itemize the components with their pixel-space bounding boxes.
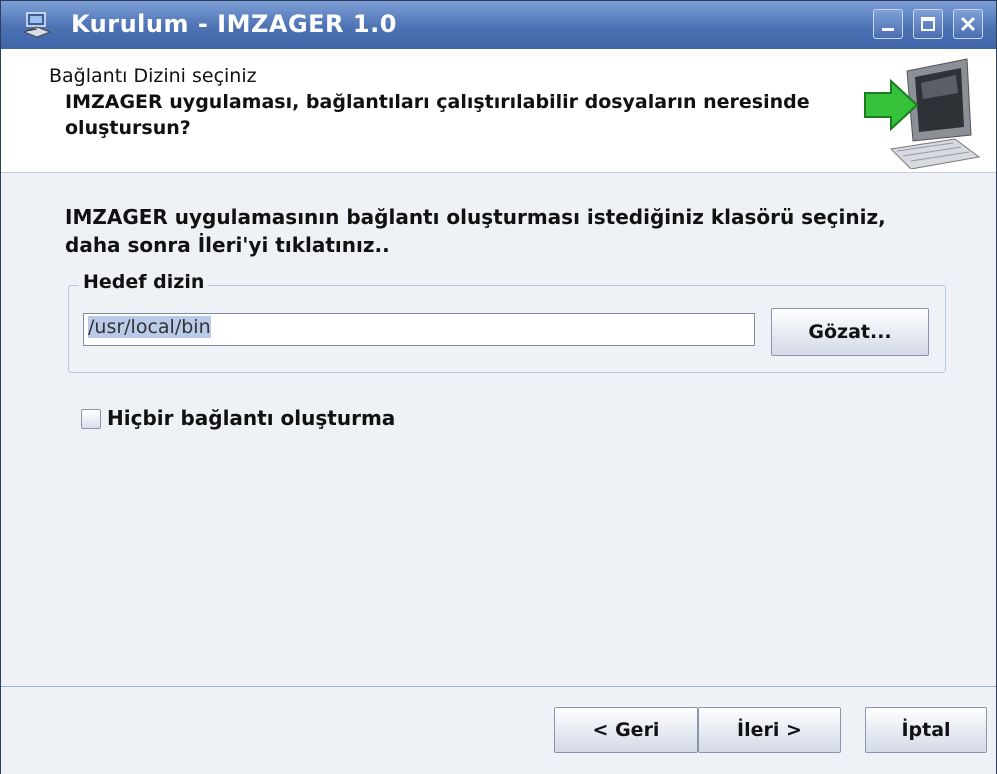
step-description: IMZAGER uygulaması, bağlantıları çalıştı… [65,91,810,139]
no-links-label[interactable]: Hiçbir bağlantı oluşturma [107,406,395,430]
installer-app-icon [23,12,51,38]
target-dir-value: /usr/local/bin [88,316,211,338]
close-icon [960,16,976,32]
maximize-button[interactable] [913,9,943,39]
back-button[interactable]: < Geri [554,707,698,753]
minimize-button[interactable] [873,9,903,39]
computer-arrow-icon [864,58,981,169]
no-links-checkbox[interactable] [81,409,101,429]
next-button[interactable]: İleri > [698,707,841,753]
window-title: Kurulum - IMZAGER 1.0 [71,10,397,38]
maximize-icon [921,17,935,31]
wizard-content: IMZAGER uygulamasının bağlantı oluşturma… [1,173,996,685]
close-button[interactable] [953,9,983,39]
target-dir-label: Hedef dizin [79,271,209,293]
step-title: Bağlantı Dizini seçiniz [49,65,257,87]
wizard-header: Bağlantı Dizini seçiniz IMZAGER uygulama… [1,49,996,173]
installer-window: Kurulum - IMZAGER 1.0 Bağlantı Dizini se… [0,0,997,774]
wizard-footer: < Geri İleri > İptal [1,686,996,774]
cancel-button[interactable]: İptal [865,707,987,753]
title-bar[interactable]: Kurulum - IMZAGER 1.0 [1,1,996,49]
minimize-icon [882,28,894,31]
target-dir-input[interactable]: /usr/local/bin [83,313,755,346]
browse-button[interactable]: Gözat... [771,308,929,356]
instruction-text: IMZAGER uygulamasının bağlantı oluşturma… [65,205,886,257]
